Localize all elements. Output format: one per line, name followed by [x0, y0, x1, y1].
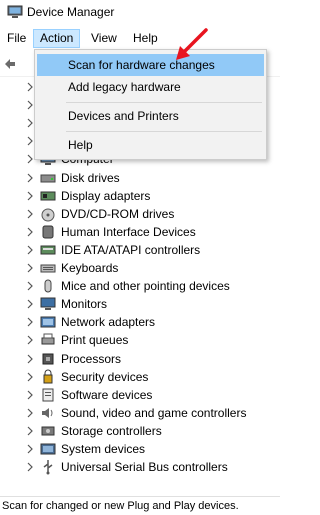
tree-item[interactable]: Storage controllers [0, 422, 280, 440]
menu-view[interactable]: View [85, 29, 123, 48]
security-device-icon [43, 369, 53, 384]
chevron-right-icon[interactable] [25, 335, 35, 345]
chevron-right-icon[interactable] [25, 354, 35, 364]
tree-item-label: Storage controllers [61, 423, 162, 438]
chevron-right-icon[interactable] [25, 263, 35, 273]
tree-item-label: Print queues [61, 333, 129, 348]
action-menu-dropdown: Scan for hardware changes Add legacy har… [34, 49, 267, 160]
tree-item[interactable]: Display adapters [0, 187, 280, 205]
status-bar: Scan for changed or new Plug and Play de… [0, 496, 280, 515]
menu-separator [66, 131, 262, 132]
red-arrow-icon [176, 28, 208, 60]
tree-item-label: Human Interface Devices [61, 224, 196, 239]
chevron-right-icon[interactable] [25, 173, 35, 183]
menu-separator [66, 102, 262, 103]
monitor-icon [40, 297, 56, 311]
processor-icon [42, 353, 54, 364]
chevron-right-icon[interactable] [25, 245, 35, 255]
chevron-right-icon[interactable] [25, 317, 35, 327]
menu-bar: File Action View Help [0, 27, 280, 49]
tree-item-label: Universal Serial Bus controllers [61, 460, 228, 475]
tree-item-label: IDE ATA/ATAPI controllers [61, 242, 201, 257]
tree-item[interactable]: Print queues [0, 331, 280, 349]
tree-item[interactable]: DVD/CD-ROM drives [0, 205, 280, 223]
tree-item-label: System devices [61, 442, 146, 456]
menu-item-devices-printers[interactable]: Devices and Printers [37, 105, 264, 127]
tree-item[interactable]: System devices [0, 440, 280, 458]
tree-item-label: Network adapters [61, 315, 156, 330]
tree-item-label: Mice and other pointing devices [61, 279, 230, 294]
network-adapter-icon [40, 316, 56, 328]
tree-item-label: Sound, video and game controllers [61, 405, 247, 420]
menu-item-help[interactable]: Help [37, 134, 264, 156]
tree-item-label: Keyboards [61, 261, 119, 275]
menu-item-scan-hardware[interactable]: Scan for hardware changes [37, 54, 264, 76]
tree-item[interactable]: Universal Serial Bus controllers [0, 458, 280, 476]
tree-item[interactable]: Monitors [0, 295, 280, 313]
chevron-right-icon[interactable] [25, 209, 35, 219]
mouse-icon [44, 279, 52, 293]
tree-item-label: Security devices [61, 369, 149, 384]
chevron-right-icon[interactable] [25, 390, 35, 400]
chevron-right-icon[interactable] [25, 281, 35, 291]
chevron-right-icon[interactable] [25, 426, 35, 436]
ide-controller-icon [40, 245, 56, 255]
menu-help[interactable]: Help [127, 29, 164, 48]
chevron-right-icon[interactable] [25, 299, 35, 309]
title-bar: Device Manager [0, 0, 280, 26]
tree-item[interactable]: Disk drives [0, 169, 280, 187]
disk-drive-icon [40, 174, 56, 182]
system-device-icon [40, 443, 56, 455]
keyboard-icon [40, 264, 56, 273]
chevron-right-icon[interactable] [25, 444, 35, 454]
chevron-right-icon[interactable] [25, 372, 35, 382]
back-arrow-icon[interactable] [3, 57, 17, 71]
tree-item-label: Monitors [61, 297, 108, 312]
hid-icon [42, 225, 54, 239]
printer-icon [41, 333, 55, 345]
tree-item[interactable]: Sound, video and game controllers [0, 404, 280, 422]
tree-item[interactable]: Keyboards [0, 259, 280, 277]
menu-action[interactable]: Action [33, 29, 81, 48]
tree-item[interactable]: Software devices [0, 386, 280, 404]
speaker-icon [42, 407, 53, 418]
tree-item-label: DVD/CD-ROM drives [61, 206, 175, 221]
status-text: Scan for changed or new Plug and Play de… [2, 500, 239, 512]
tree-item-label: Disk drives [61, 170, 120, 185]
display-adapter-icon [40, 191, 56, 201]
chevron-right-icon[interactable] [25, 408, 35, 418]
chevron-right-icon[interactable] [25, 227, 35, 237]
software-device-icon [42, 388, 54, 402]
menu-file[interactable]: File [1, 29, 32, 48]
tree-item[interactable]: Human Interface Devices [0, 223, 280, 241]
tree-item-label: Processors [61, 351, 122, 366]
dvd-drive-icon [41, 208, 55, 222]
chevron-right-icon[interactable] [25, 191, 35, 201]
menu-item-add-legacy-hardware[interactable]: Add legacy hardware [37, 76, 264, 98]
tree-item-label: Software devices [61, 387, 153, 402]
chevron-right-icon[interactable] [25, 462, 35, 472]
usb-icon [43, 460, 53, 475]
tree-item[interactable]: Security devices [0, 368, 280, 386]
tree-item[interactable]: Network adapters [0, 313, 280, 331]
tree-item[interactable]: Mice and other pointing devices [0, 277, 280, 295]
tree-item[interactable]: IDE ATA/ATAPI controllers [0, 241, 280, 259]
storage-controller-icon [41, 426, 55, 436]
device-manager-icon [7, 5, 23, 18]
tree-item-label: Display adapters [61, 188, 151, 203]
window-title: Device Manager [27, 5, 115, 19]
tree-item[interactable]: Processors [0, 350, 280, 368]
